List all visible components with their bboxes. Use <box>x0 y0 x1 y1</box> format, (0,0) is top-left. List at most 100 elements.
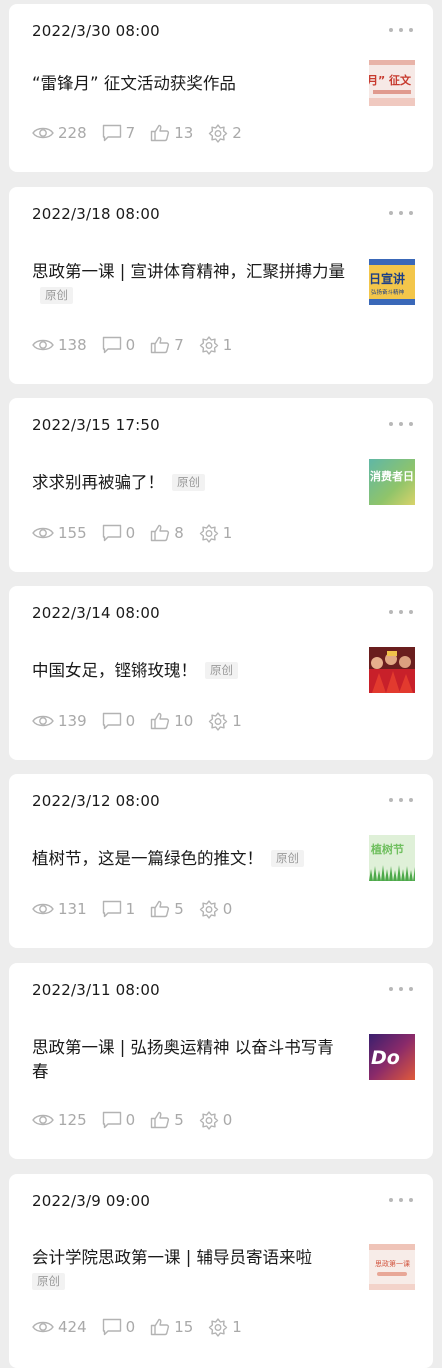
thumbs-up-icon <box>150 1111 170 1129</box>
article-thumbnail[interactable]: 月” 征文 <box>369 60 415 106</box>
article-date: 2022/3/15 17:50 <box>32 416 160 434</box>
article-title-text: 中国女足，铿锵玫瑰！ <box>32 661 197 680</box>
likes-stat: 10 <box>150 712 193 730</box>
article-thumbnail[interactable]: 植树节 <box>369 835 415 881</box>
article-title-text: 思政第一课 | 宣讲体育精神，汇聚拼搏力量 <box>32 262 346 281</box>
article-stats: 424 0 15 1 <box>32 1316 257 1338</box>
comments-stat: 0 <box>102 1111 136 1129</box>
article-card[interactable]: 2022/3/11 08:00 思政第一课 | 弘扬奥运精神 以奋斗书写青春 D… <box>9 963 433 1159</box>
article-thumbnail[interactable]: Do <box>369 1034 415 1080</box>
eye-icon <box>32 339 54 351</box>
comment-icon <box>102 1111 121 1129</box>
views-stat: 155 <box>32 524 87 542</box>
article-title-text: 植树节，这是一篇绿色的推文！ <box>32 849 263 868</box>
article-title[interactable]: 思政第一课 | 弘扬奥运精神 以奋斗书写青春 <box>32 1036 350 1084</box>
more-options-icon[interactable] <box>389 26 413 34</box>
article-title[interactable]: 思政第一课 | 宣讲体育精神，汇聚拼搏力量原创 <box>32 260 350 308</box>
likes-count: 7 <box>174 336 184 354</box>
article-card[interactable]: 2022/3/15 17:50 求求别再被骗了！ 原创 消费者日 155 0 8 … <box>9 398 433 572</box>
article-title[interactable]: 求求别再被骗了！ 原创 <box>32 471 350 495</box>
views-count: 155 <box>58 524 87 542</box>
original-tag: 原创 <box>172 474 205 491</box>
eye-icon <box>32 715 54 727</box>
more-options-icon[interactable] <box>389 420 413 428</box>
likes-stat: 15 <box>150 1318 193 1336</box>
article-thumbnail[interactable]: 日宣讲 弘扬奋斗精神 <box>369 259 415 305</box>
article-stats: 155 0 8 1 <box>32 522 247 544</box>
article-title[interactable]: 会计学院思政第一课 | 辅导员寄语来啦 原创 <box>32 1246 350 1294</box>
article-stats: 125 0 5 0 <box>32 1109 247 1131</box>
shares-count: 1 <box>232 712 242 730</box>
views-count: 228 <box>58 124 87 142</box>
views-count: 138 <box>58 336 87 354</box>
article-stats: 228 7 13 2 <box>32 122 257 144</box>
likes-stat: 7 <box>150 336 184 354</box>
thumbnail-image: 植树节 <box>369 835 415 881</box>
article-card[interactable]: 2022/3/30 08:00 “雷锋月” 征文活动获奖作品 月” 征文 228… <box>9 4 433 172</box>
more-options-icon[interactable] <box>389 1196 413 1204</box>
likes-stat: 8 <box>150 524 184 542</box>
likes-stat: 13 <box>150 124 193 142</box>
likes-count: 10 <box>174 712 194 730</box>
shares-stat: 2 <box>208 123 242 143</box>
article-date: 2022/3/14 08:00 <box>32 604 160 622</box>
thumbs-up-icon <box>150 1318 170 1336</box>
thumbnail-image: 消费者日 <box>369 459 415 505</box>
thumbnail-image <box>369 647 415 693</box>
thumbs-up-icon <box>150 900 170 918</box>
thumb-text: 植树节 <box>370 842 404 856</box>
comments-count: 1 <box>125 900 136 918</box>
shares-stat: 1 <box>208 1317 242 1337</box>
original-tag: 原创 <box>32 1273 65 1290</box>
article-card[interactable]: 2022/3/14 08:00 中国女足，铿锵玫瑰！ 原创 139 0 10 1 <box>9 586 433 760</box>
views-stat: 138 <box>32 336 87 354</box>
comments-stat: 1 <box>102 900 136 918</box>
views-count: 139 <box>58 712 87 730</box>
article-thumbnail[interactable]: 思政第一课 <box>369 1244 415 1290</box>
more-options-icon[interactable] <box>389 985 413 993</box>
views-stat: 125 <box>32 1111 87 1129</box>
comment-icon <box>102 336 121 354</box>
thumbnail-image: 月” 征文 <box>369 60 415 106</box>
article-title[interactable]: “雷锋月” 征文活动获奖作品 <box>32 72 350 96</box>
article-thumbnail[interactable]: 消费者日 <box>369 459 415 505</box>
comment-icon <box>102 900 121 918</box>
article-thumbnail[interactable] <box>369 647 415 693</box>
comment-icon <box>102 1318 121 1336</box>
shares-count: 0 <box>222 1111 233 1129</box>
thumbs-up-icon <box>150 524 170 542</box>
article-title-text: “雷锋月” 征文活动获奖作品 <box>32 74 236 93</box>
article-stats: 131 1 5 0 <box>32 898 247 920</box>
comments-stat: 0 <box>102 524 135 542</box>
article-title[interactable]: 中国女足，铿锵玫瑰！ 原创 <box>32 659 350 683</box>
flower-icon <box>209 124 228 143</box>
flower-icon <box>199 524 218 543</box>
comments-stat: 0 <box>102 1318 135 1336</box>
shares-stat: 1 <box>199 523 232 543</box>
article-date: 2022/3/30 08:00 <box>32 22 160 40</box>
thumbs-up-icon <box>150 336 170 354</box>
comments-count: 0 <box>125 1111 136 1129</box>
likes-stat: 5 <box>150 1111 184 1129</box>
shares-stat: 1 <box>199 335 232 355</box>
article-card[interactable]: 2022/3/18 08:00 思政第一课 | 宣讲体育精神，汇聚拼搏力量原创 … <box>9 187 433 384</box>
eye-icon <box>32 1321 54 1333</box>
views-stat: 228 <box>32 124 87 142</box>
thumbnail-image: Do <box>369 1034 415 1080</box>
more-options-icon[interactable] <box>389 209 413 217</box>
comments-count: 0 <box>125 712 136 730</box>
article-title-text: 思政第一课 | 弘扬奥运精神 以奋斗书写青春 <box>32 1038 334 1081</box>
article-card[interactable]: 2022/3/12 08:00 植树节，这是一篇绿色的推文！ 原创 植树节 131… <box>9 774 433 948</box>
eye-icon <box>32 127 54 139</box>
thumbnail-image: 日宣讲 弘扬奋斗精神 <box>369 259 415 305</box>
article-date: 2022/3/12 08:00 <box>32 792 160 810</box>
article-date: 2022/3/18 08:00 <box>32 205 160 223</box>
article-title[interactable]: 植树节，这是一篇绿色的推文！ 原创 <box>32 847 350 871</box>
views-count: 131 <box>58 900 87 918</box>
more-options-icon[interactable] <box>389 608 413 616</box>
more-options-icon[interactable] <box>389 796 413 804</box>
eye-icon <box>32 1114 54 1126</box>
views-stat: 139 <box>32 712 87 730</box>
article-card[interactable]: 2022/3/9 09:00 会计学院思政第一课 | 辅导员寄语来啦 原创 思政第… <box>9 1174 433 1368</box>
eye-icon <box>32 903 54 915</box>
